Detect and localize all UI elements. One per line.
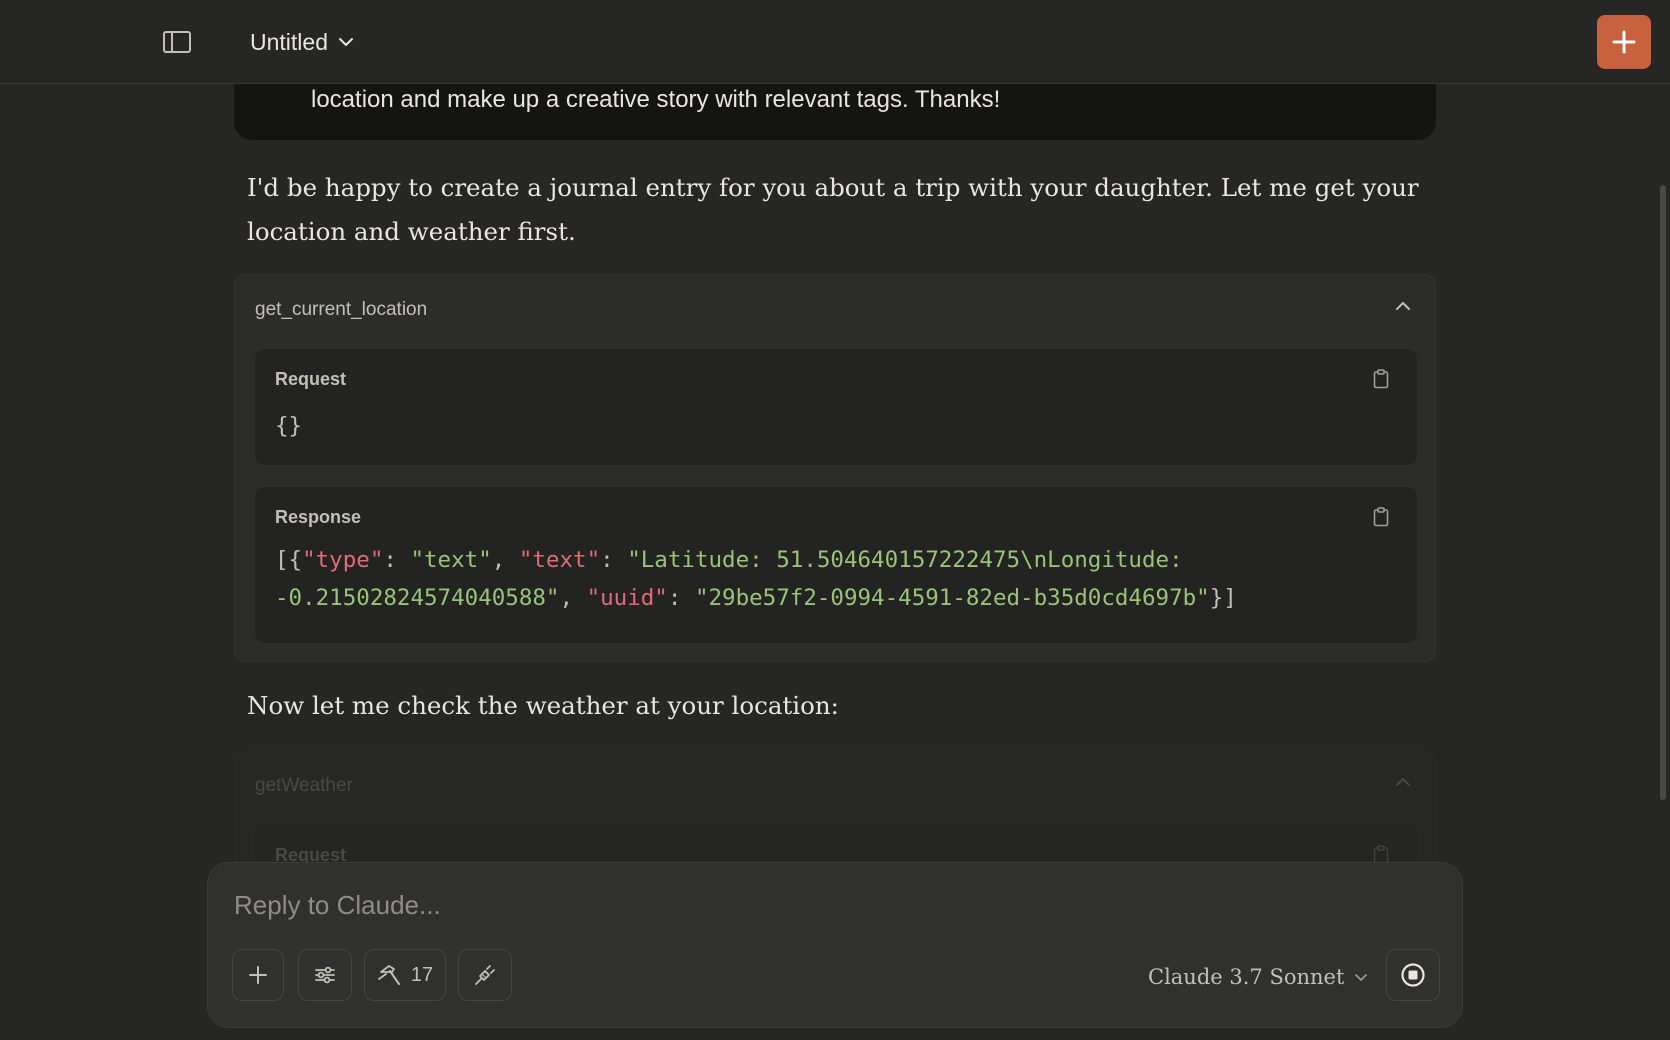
- chat-title-dropdown[interactable]: Untitled: [250, 22, 354, 62]
- json-punct: :: [383, 547, 411, 573]
- sidebar-toggle-icon: [163, 31, 191, 53]
- chevron-up-icon: [1396, 778, 1410, 786]
- attach-button[interactable]: [232, 949, 284, 1001]
- tools-button[interactable]: 17: [364, 949, 446, 1001]
- json-key: "type": [302, 547, 384, 573]
- reply-input[interactable]: [232, 883, 1432, 927]
- chevron-up-icon: [1396, 302, 1410, 310]
- user-message: location and make up a creative story wi…: [234, 84, 1436, 140]
- plus-icon: [249, 966, 267, 984]
- json-punct: [{: [275, 547, 303, 573]
- tool-call-card: get_current_location Request {} Response: [234, 274, 1436, 662]
- message-composer: 17 Claude 3.7 Sonnet: [207, 862, 1463, 1028]
- json-punct: ,: [491, 547, 519, 573]
- response-body: [{"type": "text", "text": "Latitude: 51.…: [275, 541, 1237, 617]
- chat-title: Untitled: [250, 28, 328, 55]
- tools-count: 17: [410, 963, 434, 986]
- plus-icon: [1612, 30, 1636, 54]
- json-key: "uuid": [586, 585, 668, 611]
- request-body: {}: [275, 413, 303, 439]
- assistant-message-intro: I'd be happy to create a journal entry f…: [247, 166, 1427, 254]
- response-panel: Response [{"type": "text", "text": "Lati…: [255, 487, 1417, 643]
- copy-response-button[interactable]: [1369, 505, 1393, 529]
- json-string: "text": [410, 547, 492, 573]
- top-bar: Untitled: [0, 0, 1670, 84]
- clipboard-icon: [1373, 369, 1389, 389]
- stop-button[interactable]: [1386, 949, 1440, 1001]
- settings-button[interactable]: [298, 949, 352, 1001]
- model-name: Claude 3.7 Sonnet: [1148, 965, 1345, 989]
- user-message-text: location and make up a creative story wi…: [311, 86, 1001, 113]
- sidebar-toggle-button[interactable]: [160, 28, 194, 56]
- assistant-text-line: I'd be happy to create a journal entry f…: [247, 173, 1419, 202]
- clipboard-icon: [1373, 507, 1389, 527]
- json-string: "29be57f2-0994-4591-82ed-b35d0cd4697b": [694, 585, 1210, 611]
- tool-call-header[interactable]: get_current_location: [235, 275, 1435, 345]
- json-string: "Latitude: 51.504640157222475\nLongitude…: [627, 547, 1183, 573]
- plug-icon: [475, 965, 495, 985]
- json-key: "text": [518, 547, 601, 573]
- json-punct: :: [600, 547, 628, 573]
- assistant-message-weather: Now let me check the weather at your loc…: [247, 684, 1427, 728]
- json-punct: ,: [559, 585, 587, 611]
- new-chat-button[interactable]: [1597, 15, 1651, 69]
- request-panel: Request {}: [255, 349, 1417, 465]
- json-punct: }]: [1209, 585, 1237, 611]
- tool-name: getWeather: [255, 775, 353, 796]
- copy-request-button[interactable]: [1369, 367, 1393, 391]
- hammer-icon: [377, 965, 400, 985]
- stop-circle-icon: [1401, 963, 1425, 987]
- tool-call-header[interactable]: getWeather: [235, 751, 1435, 821]
- assistant-text-line: location and weather first.: [247, 217, 576, 246]
- sliders-icon: [315, 966, 335, 984]
- integrations-button[interactable]: [458, 949, 512, 1001]
- assistant-text-line: Now let me check the weather at your loc…: [247, 691, 839, 720]
- json-string: -0.21502824574040588": [275, 585, 560, 611]
- request-label: Request: [275, 369, 347, 389]
- response-label: Response: [275, 507, 362, 527]
- conversation-scrollbar[interactable]: [1660, 185, 1666, 800]
- chevron-down-icon: [1355, 973, 1368, 981]
- model-selector[interactable]: Claude 3.7 Sonnet: [1148, 957, 1368, 997]
- tool-name: get_current_location: [255, 299, 428, 320]
- chevron-down-icon: [338, 38, 353, 46]
- json-punct: :: [667, 585, 695, 611]
